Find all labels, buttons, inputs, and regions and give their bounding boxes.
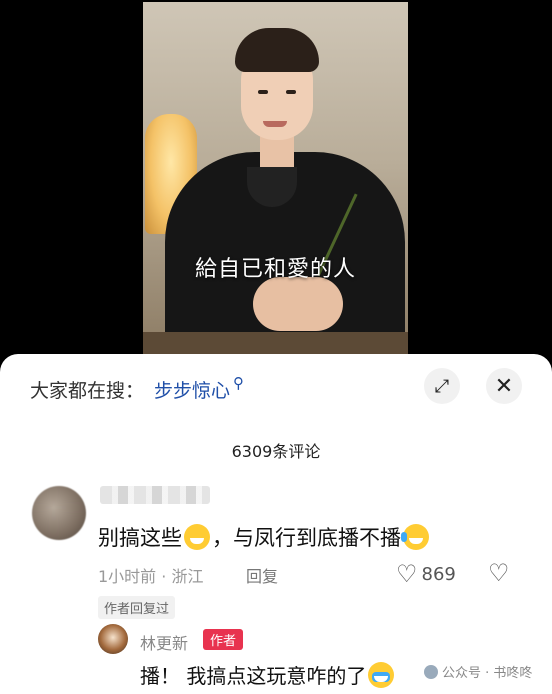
- search-term-link[interactable]: 步步惊心: [154, 376, 230, 403]
- blurred-username[interactable]: [100, 486, 210, 504]
- comment-sheet: 大家都在搜： 步步惊心 ⚲ ⤢ ✕ 6309条评论 别搞这些 ，与凤行到底播不播 …: [0, 354, 552, 694]
- video-subtitle: 給自已和愛的人: [194, 257, 356, 282]
- author-tag: 作者: [203, 629, 244, 650]
- avatar[interactable]: [98, 624, 128, 654]
- laugh-tears-emoji-icon: [401, 524, 429, 550]
- search-prefix-label: 大家都在搜：: [30, 379, 145, 402]
- watermark: 公众号 · 书咚咚: [424, 662, 532, 681]
- search-suggestion[interactable]: 大家都在搜： 步步惊心 ⚲: [30, 374, 244, 404]
- comment-count: 6309条评论: [231, 442, 321, 461]
- expand-button[interactable]: ⤢: [424, 368, 460, 404]
- heart-icon: ♡: [396, 560, 418, 588]
- close-icon: ✕: [494, 373, 514, 399]
- broken-heart-icon[interactable]: ♡: [488, 559, 510, 587]
- video-frame[interactable]: 給自已和愛的人: [143, 2, 408, 360]
- like-count: 869: [421, 563, 456, 585]
- search-icon: ⚲: [233, 374, 245, 392]
- expand-icon: ⤢: [434, 375, 450, 397]
- crying-emoji-icon: [368, 662, 395, 688]
- person-mouth-image: [263, 121, 287, 127]
- reply-username[interactable]: 林更新: [140, 630, 188, 654]
- avatar[interactable]: [32, 486, 86, 540]
- video-player[interactable]: 給自已和愛的人: [0, 0, 552, 360]
- reply-button[interactable]: 回复: [246, 563, 278, 587]
- comment-meta: 1小时前 · 浙江: [98, 567, 204, 586]
- grin-emoji-icon: [184, 524, 210, 550]
- person-hair-image: [235, 28, 319, 72]
- wechat-icon: [424, 665, 438, 679]
- like-button[interactable]: ♡ 869: [396, 560, 456, 588]
- comment-text[interactable]: 别搞这些 ，与凤行到底播不播: [98, 522, 431, 552]
- person-hands-image: [253, 277, 343, 331]
- reply-text[interactable]: 播！ 我搞点这玩意咋的了: [140, 660, 396, 689]
- close-button[interactable]: ✕: [486, 368, 522, 404]
- author-replied-badge: 作者回复过: [98, 596, 176, 619]
- person-eye-image: [258, 90, 268, 94]
- person-eye-image: [286, 90, 296, 94]
